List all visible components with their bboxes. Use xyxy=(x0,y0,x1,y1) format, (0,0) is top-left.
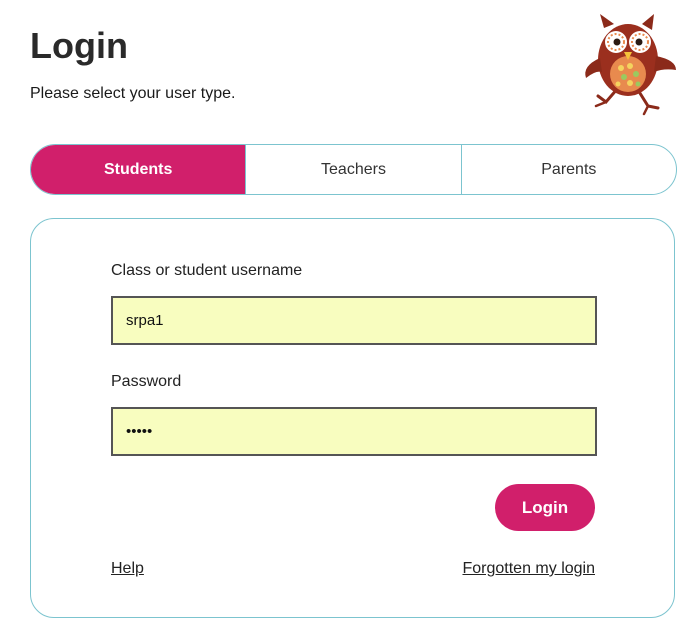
username-label: Class or student username xyxy=(111,262,303,279)
password-label: Password xyxy=(111,373,182,390)
username-input[interactable] xyxy=(111,296,597,345)
owl-mascot-icon xyxy=(585,14,676,116)
forgotten-login-link[interactable]: Forgotten my login xyxy=(462,559,595,579)
page-subtitle: Please select your user type. xyxy=(30,85,236,102)
tab-students[interactable]: Students xyxy=(31,145,246,194)
login-form-panel: Class or student username Password Login… xyxy=(30,218,675,618)
password-input[interactable] xyxy=(111,407,597,456)
tab-teachers[interactable]: Teachers xyxy=(245,145,460,194)
login-button[interactable]: Login xyxy=(495,484,595,531)
help-link[interactable]: Help xyxy=(111,559,144,579)
tab-parents[interactable]: Parents xyxy=(460,145,676,194)
page-title: Login xyxy=(30,25,128,66)
user-type-tabs: Students Teachers Parents xyxy=(30,144,677,195)
